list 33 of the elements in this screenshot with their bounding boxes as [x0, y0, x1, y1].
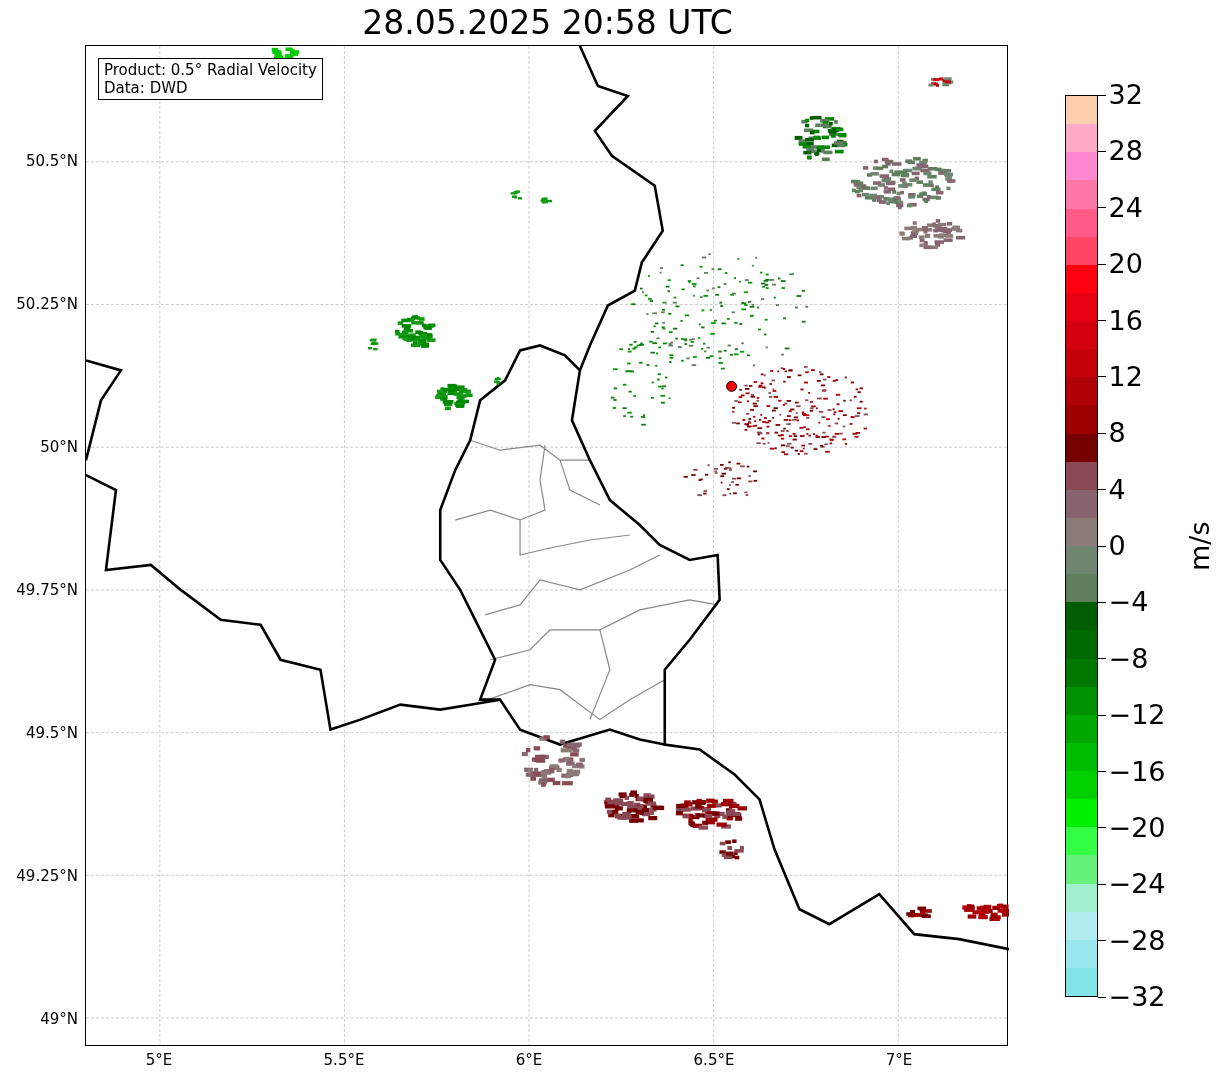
colorbar-tick-label: 0: [1108, 531, 1126, 561]
axis-tick-label: 49°N: [40, 1008, 78, 1030]
colorbar-tick-label: 16: [1108, 305, 1143, 336]
colorbar-tick-label: −24: [1108, 869, 1166, 900]
axis-tick-label: 50.25°N: [16, 293, 78, 315]
legend-text: Product: 0.5° Radial Velocity: [104, 61, 317, 79]
axis-tick-label: 7°E: [885, 1050, 913, 1071]
axis-tick-label: 6.5°E: [693, 1050, 735, 1071]
colorbar-tick-label: 20: [1108, 249, 1143, 280]
colorbar-tick-label: 28: [1108, 136, 1143, 167]
colorbar-tick-label: −28: [1108, 925, 1166, 956]
colorbar-tick-label: −32: [1108, 982, 1166, 1012]
colorbar-unit-label: m/s: [1183, 521, 1216, 571]
axis-tick-label: 49.75°N: [16, 579, 78, 601]
colorbar-tick-label: 8: [1108, 418, 1126, 449]
colorbar-tick-label: −4: [1108, 587, 1149, 618]
colorbar-tick-label: 4: [1108, 474, 1126, 505]
colorbar-tick-label: 24: [1108, 192, 1143, 223]
colorbar-tick-label: −20: [1108, 812, 1166, 843]
colorbar-tick-label: −16: [1108, 756, 1166, 787]
axis-tick-label: 6°E: [515, 1050, 543, 1071]
axis-tick-label: 5.5°E: [323, 1050, 365, 1071]
axis-tick-label: 50.5°N: [25, 150, 78, 172]
colorbar-tick-label: −8: [1108, 643, 1149, 674]
colorbar-tick-label: −12: [1108, 700, 1166, 731]
chart-title: 28.05.2025 20:58 UTC: [362, 2, 733, 44]
colorbar-tick-label: 32: [1108, 80, 1143, 110]
legend-text: Data: DWD: [104, 79, 189, 97]
axis-tick-label: 49.25°N: [16, 865, 78, 887]
axis-tick-label: 50°N: [40, 436, 78, 458]
axis-tick-label: 5°E: [145, 1050, 173, 1071]
axis-tick-label: 49.5°N: [25, 722, 78, 744]
colorbar-tick-label: 12: [1108, 361, 1143, 392]
